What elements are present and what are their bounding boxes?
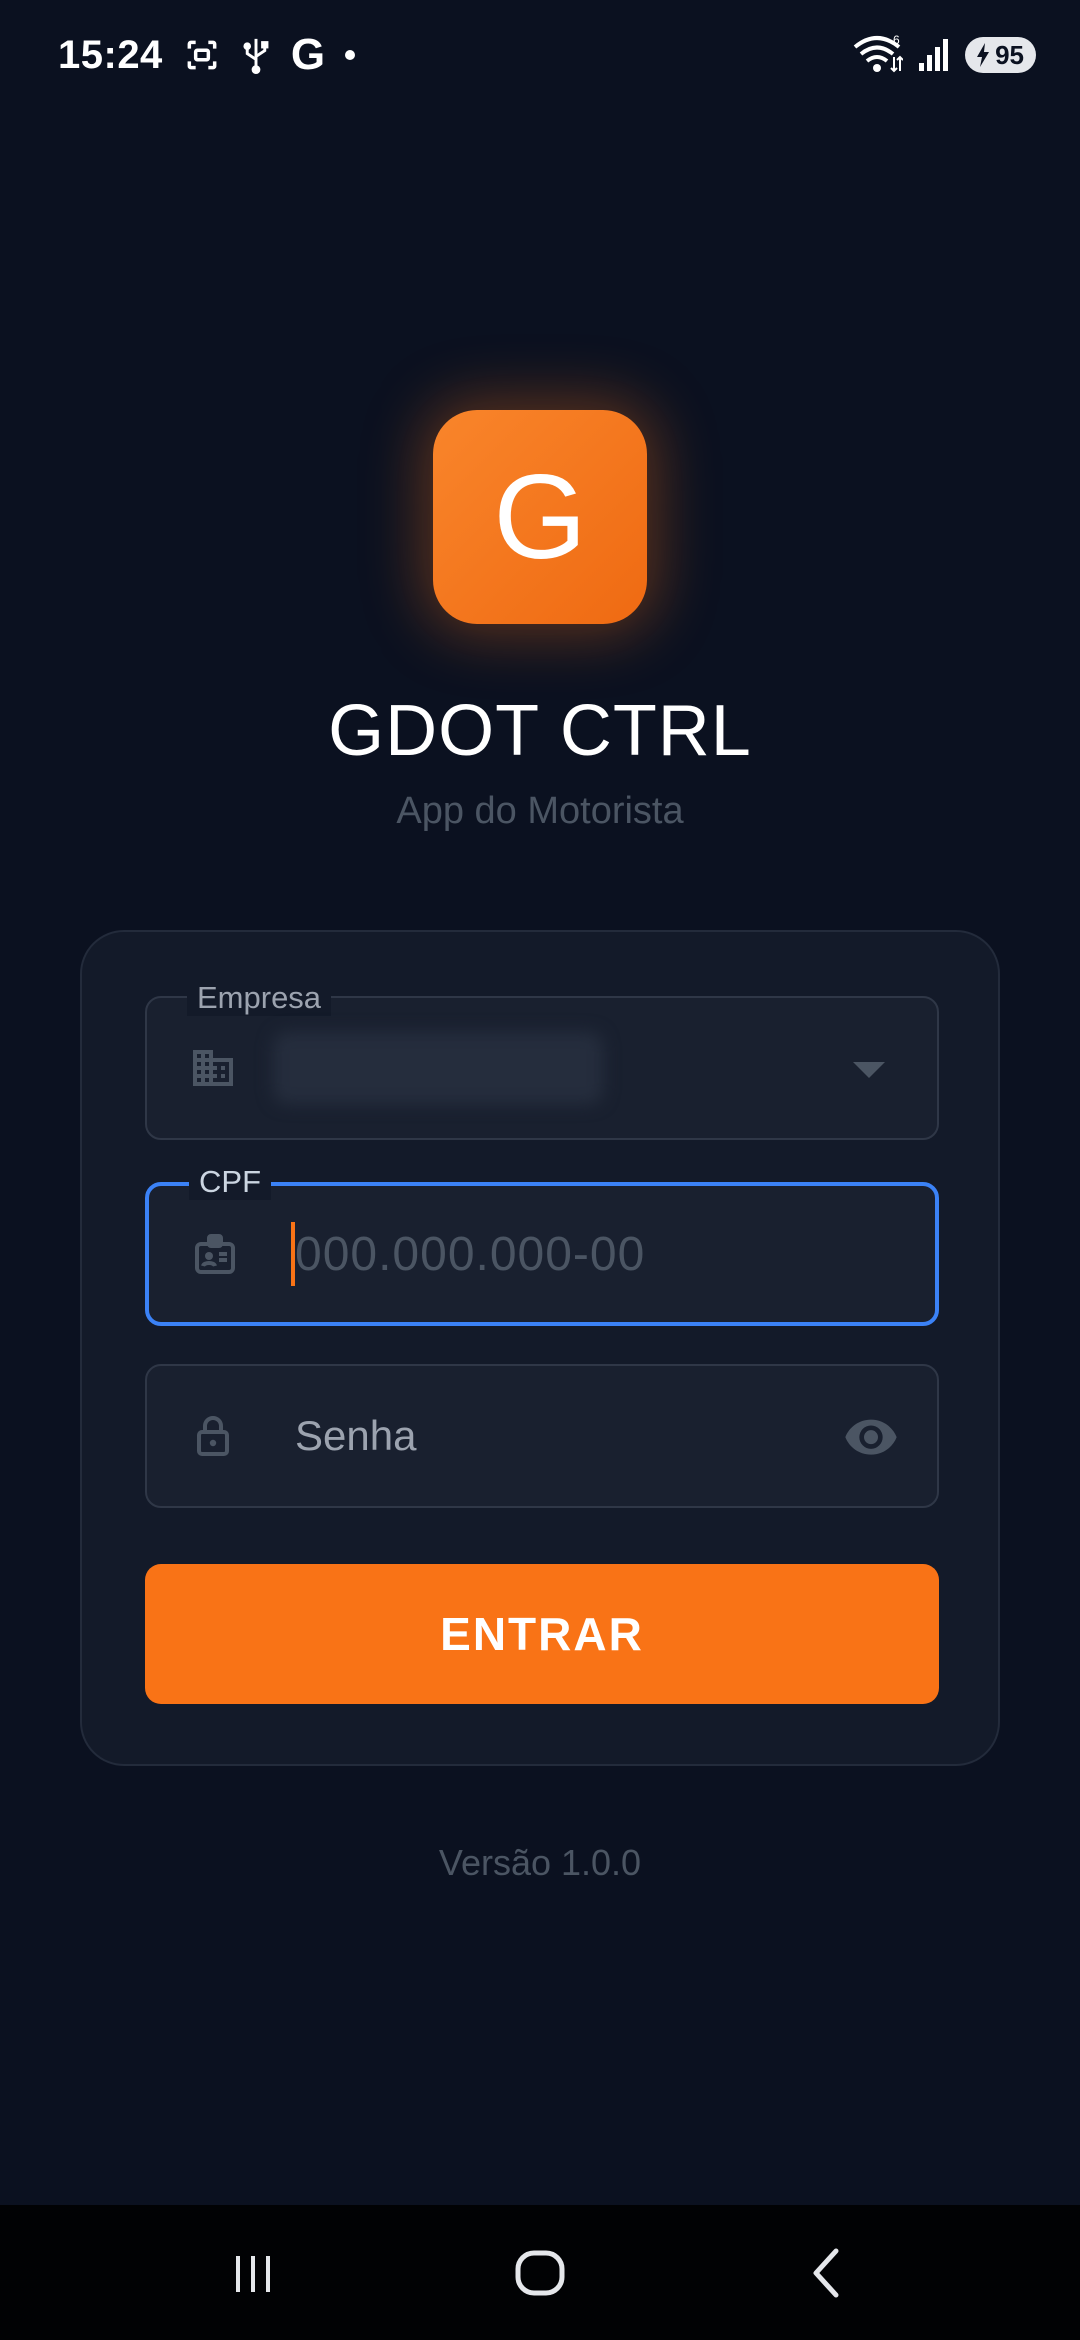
login-card: Empresa CPF 000.000.000-00 ENTRAR (80, 930, 1000, 1766)
cpf-field[interactable]: CPF (145, 1164, 939, 1326)
g-notification-icon: G (290, 30, 326, 79)
charging-bolt-icon (977, 43, 990, 67)
senha-input[interactable] (287, 1366, 807, 1506)
app-subtitle: App do Motorista (396, 790, 684, 832)
empresa-select[interactable]: Empresa (145, 980, 939, 1140)
cpf-input[interactable] (289, 1186, 849, 1322)
battery-level: 95 (995, 39, 1024, 70)
navigation-bar (0, 2205, 1080, 2340)
chevron-down-icon[interactable] (853, 1062, 885, 1078)
app-logo-letter: G (493, 450, 587, 584)
app-version: Versão 1.0.0 (438, 1842, 642, 1883)
empresa-value-redacted (273, 1032, 603, 1104)
screenshot-icon (183, 36, 221, 74)
wifi-badge: 6 (893, 35, 900, 47)
usb-icon (241, 36, 271, 74)
signal-icon (917, 37, 951, 73)
id-badge-icon (191, 1230, 239, 1278)
home-icon[interactable] (495, 2228, 585, 2318)
eye-icon[interactable] (843, 1408, 899, 1464)
login-screen: 15:24 G 6 95 G GDOT CTRL App do Motorist… (0, 0, 1080, 2340)
empresa-label: Empresa (187, 980, 332, 1016)
app-title: GDOT CTRL (328, 691, 752, 771)
senha-field[interactable] (145, 1364, 939, 1508)
battery-indicator: 95 (965, 37, 1036, 73)
building-icon (189, 1044, 237, 1092)
status-bar: 15:24 G 6 95 (0, 0, 1080, 110)
status-left: 15:24 G (58, 30, 356, 80)
lock-icon (189, 1412, 237, 1460)
app-logo: G (433, 410, 647, 624)
recent-apps-icon[interactable] (208, 2228, 298, 2318)
clock: 15:24 (58, 32, 163, 77)
more-notifications-dot (345, 50, 356, 60)
cpf-label: CPF (189, 1164, 271, 1200)
wifi-icon: 6 (853, 35, 904, 75)
status-right: 6 95 (853, 35, 1036, 75)
entrar-button[interactable]: ENTRAR (145, 1564, 939, 1704)
back-icon[interactable] (782, 2228, 872, 2318)
